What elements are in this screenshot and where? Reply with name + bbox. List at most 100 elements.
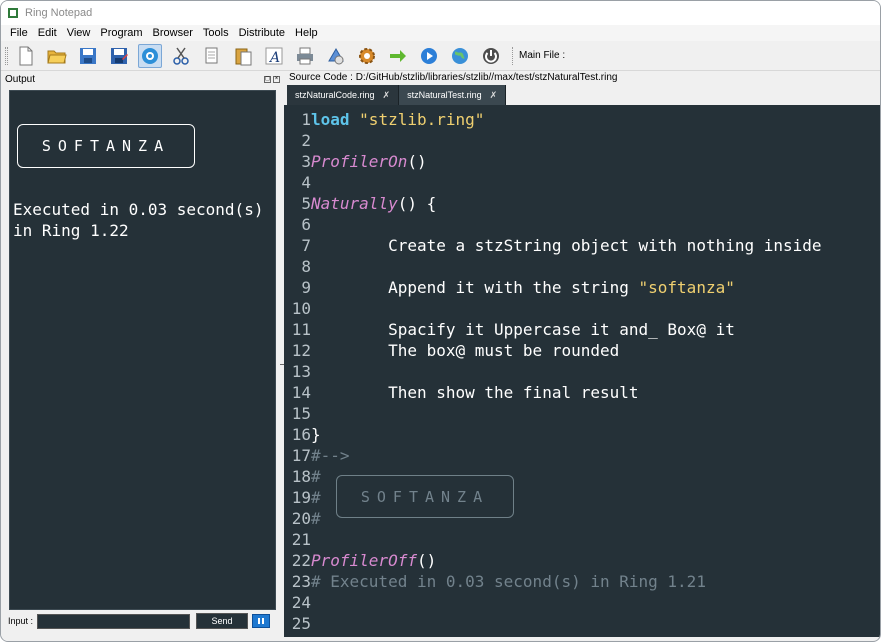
font-button[interactable]: A <box>262 44 286 68</box>
toolbar-grip[interactable] <box>5 46 8 65</box>
code-line[interactable]: 2 <box>284 130 880 151</box>
code-line[interactable]: 9 Append it with the string "softanza" <box>284 277 880 298</box>
close-icon[interactable]: ✗ <box>490 90 498 101</box>
debug-button[interactable] <box>324 44 348 68</box>
save-as-button[interactable] <box>107 44 131 68</box>
window-title: Ring Notepad <box>25 7 93 19</box>
run-button[interactable] <box>417 44 441 68</box>
code-token: The box@ must be rounded <box>311 341 620 360</box>
tab-stznaturalcode[interactable]: stzNaturalCode.ring ✗ <box>287 85 400 105</box>
paste-button[interactable] <box>231 44 255 68</box>
code-token: ProfilerOff <box>311 551 417 570</box>
tab-stznaturaltest[interactable]: stzNaturalTest.ring ✗ <box>399 85 507 105</box>
code-line[interactable]: 1load "stzlib.ring" <box>284 109 880 130</box>
code-line[interactable]: 8 <box>284 256 880 277</box>
code-line[interactable]: 20# <box>284 508 880 529</box>
code-line[interactable]: 18# <box>284 466 880 487</box>
app-icon <box>8 8 18 18</box>
code-line[interactable]: 11 Spacify it Uppercase it and_ Box@ it <box>284 319 880 340</box>
run-browser-icon <box>142 47 158 64</box>
copy-button[interactable] <box>200 44 224 68</box>
menu-tools[interactable]: Tools <box>198 27 234 39</box>
code-token: # Executed in 0.03 second(s) in Ring 1.2… <box>311 572 706 591</box>
print-icon <box>297 47 313 64</box>
output-area[interactable]: SOFTANZA Executed in 0.03 second(s) in R… <box>9 90 276 610</box>
line-number: 22 <box>291 551 311 570</box>
print-button[interactable] <box>293 44 317 68</box>
line-number: 19 <box>291 488 311 507</box>
code-line[interactable]: 25 <box>284 613 880 634</box>
menu-bar: File Edit View Program Browser Tools Dis… <box>1 25 880 41</box>
input-row: Input : Send <box>8 613 278 629</box>
code-line[interactable]: 19# <box>284 487 880 508</box>
toolbar: A Main File : <box>1 41 880 71</box>
menu-file[interactable]: File <box>5 27 33 39</box>
menu-help[interactable]: Help <box>290 27 323 39</box>
settings-button[interactable] <box>355 44 379 68</box>
line-number: 10 <box>291 299 311 318</box>
quit-button[interactable] <box>479 44 503 68</box>
output-text: Executed in 0.03 second(s) in Ring 1.22 <box>13 199 263 241</box>
code-line[interactable]: 23# Executed in 0.03 second(s) in Ring 1… <box>284 571 880 592</box>
menu-program[interactable]: Program <box>95 27 147 39</box>
code-line[interactable]: 22ProfilerOff() <box>284 550 880 571</box>
close-icon[interactable]: ✗ <box>383 90 391 101</box>
code-line[interactable]: 5Naturally() { <box>284 193 880 214</box>
code-line[interactable]: 13 <box>284 361 880 382</box>
pause-icon <box>258 618 261 624</box>
output-panel-header: Output ◻ × <box>1 72 284 86</box>
code-token: # <box>311 509 321 528</box>
send-button[interactable]: Send <box>196 613 249 629</box>
code-line[interactable]: 24 <box>284 592 880 613</box>
line-number: 20 <box>291 509 311 528</box>
code-line[interactable]: 14 Then show the final result <box>284 382 880 403</box>
code-line[interactable]: 6 <box>284 214 880 235</box>
title-bar: Ring Notepad <box>1 1 880 25</box>
save-button[interactable] <box>76 44 100 68</box>
code-line[interactable]: 3ProfilerOn() <box>284 151 880 172</box>
code-editor[interactable]: SOFTANZA 1load "stzlib.ring" 2 3ProfilerOn… <box>284 105 880 637</box>
code-line[interactable]: 17#--> <box>284 445 880 466</box>
code-line[interactable]: 16} <box>284 424 880 445</box>
menu-distribute[interactable]: Distribute <box>234 27 290 39</box>
code-line[interactable]: 15 <box>284 403 880 424</box>
open-folder-icon <box>47 50 67 63</box>
web-button[interactable] <box>448 44 472 68</box>
line-number: 13 <box>291 362 311 381</box>
power-icon <box>483 47 499 64</box>
line-number: 3 <box>301 152 311 171</box>
new-file-icon <box>19 46 33 65</box>
pause-button[interactable] <box>252 614 271 628</box>
line-number: 12 <box>291 341 311 360</box>
line-number: 2 <box>301 131 311 150</box>
menu-browser[interactable]: Browser <box>148 27 198 39</box>
input-label: Input : <box>8 616 34 626</box>
line-number: 23 <box>291 572 311 591</box>
menu-edit[interactable]: Edit <box>33 27 62 39</box>
run-browser-button[interactable] <box>138 43 162 68</box>
code-token: () { <box>397 194 437 213</box>
code-line[interactable]: 21 <box>284 529 880 550</box>
close-panel-icon[interactable]: × <box>273 75 280 83</box>
line-number: 11 <box>291 320 311 339</box>
code-line[interactable]: 7 Create a stzString object with nothing… <box>284 235 880 256</box>
open-folder-button[interactable] <box>45 44 69 68</box>
new-file-button[interactable] <box>14 44 38 68</box>
go-button[interactable] <box>386 44 410 68</box>
line-number: 17 <box>291 446 311 465</box>
code-line[interactable]: 12 The box@ must be rounded <box>284 340 880 361</box>
cut-button[interactable] <box>169 44 193 68</box>
code-token: Naturally <box>311 194 398 213</box>
code-line[interactable]: 4 <box>284 172 880 193</box>
output-panel: Output ◻ × SOFTANZA Executed in 0.03 sec… <box>1 72 284 641</box>
float-panel-icon[interactable]: ◻ <box>264 75 271 83</box>
line-number: 4 <box>301 173 311 192</box>
line-number: 8 <box>301 257 311 276</box>
code-token: ProfilerOn <box>311 152 408 171</box>
menu-view[interactable]: View <box>62 27 96 39</box>
input-field[interactable] <box>37 613 191 629</box>
code-line[interactable]: 10 <box>284 298 880 319</box>
code-token: # <box>311 467 321 486</box>
settings-icon <box>359 47 375 64</box>
